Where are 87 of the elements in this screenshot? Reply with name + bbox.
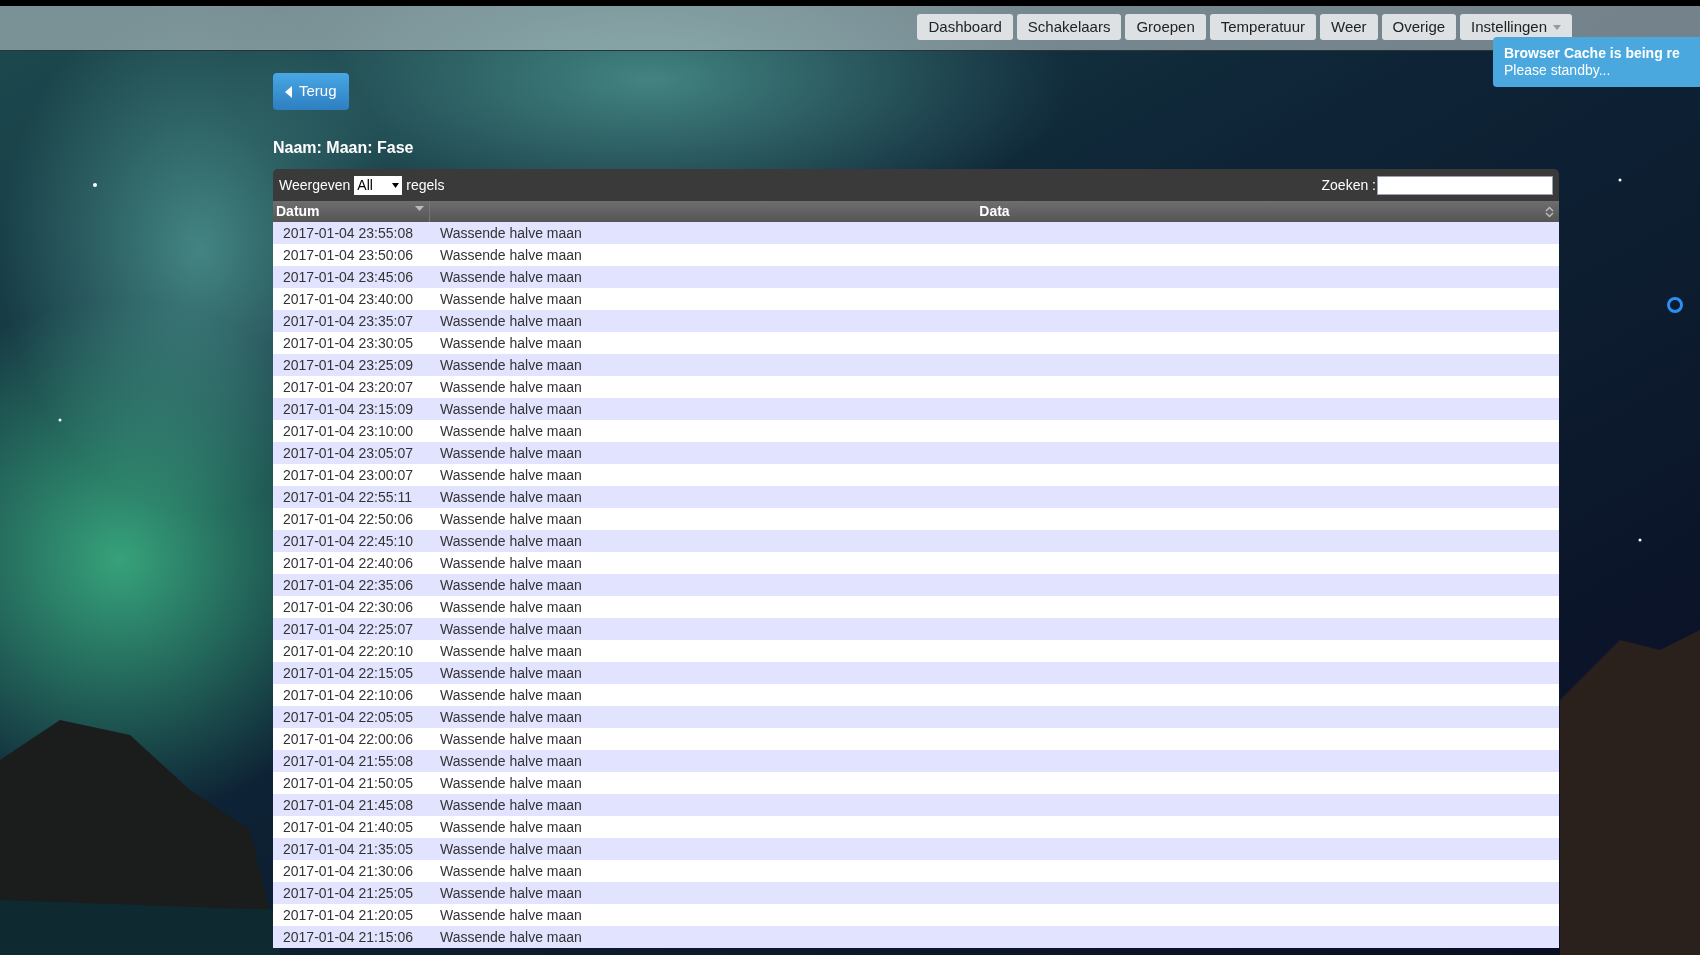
table-cell-text: 2017-01-04 22:00:06 xyxy=(282,729,414,749)
table-cell-text: 2017-01-04 21:40:05 xyxy=(282,817,414,837)
table-cell-text: 2017-01-04 23:55:08 xyxy=(282,223,414,243)
table-cell-text: Wassende halve maan xyxy=(439,927,582,947)
table-cell-text: Wassende halve maan xyxy=(439,487,582,507)
table-cell-text: 2017-01-04 21:55:08 xyxy=(282,751,414,771)
sort-icon xyxy=(1545,206,1554,218)
table-cell-text: 2017-01-04 21:25:05 xyxy=(282,883,414,903)
table-cell-text: Wassende halve maan xyxy=(439,685,582,705)
table-cell-text: Wassende halve maan xyxy=(439,223,582,243)
sort-descending-icon xyxy=(415,206,424,211)
table-cell-text: Wassende halve maan xyxy=(439,619,582,639)
table-cell-text: 2017-01-04 23:05:07 xyxy=(282,443,414,463)
table-cell-text: 2017-01-04 22:25:07 xyxy=(282,619,414,639)
table-cell-text: 2017-01-04 23:45:06 xyxy=(282,267,414,287)
loading-spinner-icon xyxy=(1666,296,1684,314)
table-cell-text: 2017-01-04 22:45:10 xyxy=(282,531,414,551)
table-cell-text: 2017-01-04 23:40:00 xyxy=(282,289,414,309)
notification-message: Please standby... xyxy=(1504,62,1612,79)
table-cell-text: 2017-01-04 22:55:11 xyxy=(282,487,413,507)
table-cell-text: Wassende halve maan xyxy=(439,817,582,837)
table-cell-text: 2017-01-04 23:10:00 xyxy=(282,421,414,441)
table-cell-text: Wassende halve maan xyxy=(439,641,582,661)
nav-button[interactable]: Overige xyxy=(1381,14,1457,40)
nav-button[interactable]: Weer xyxy=(1320,14,1378,40)
table-cell-text: 2017-01-04 22:10:06 xyxy=(282,685,414,705)
table-cell-text: Wassende halve maan xyxy=(439,289,582,309)
nav-button[interactable]: Groepen xyxy=(1125,14,1206,40)
table-cell-text: Wassende halve maan xyxy=(439,597,582,617)
table-cell-text: 2017-01-04 22:20:10 xyxy=(282,641,414,661)
length-label: Weergeven xyxy=(279,175,351,195)
table-cell-text: Wassende halve maan xyxy=(439,795,582,815)
table-cell-text: Wassende halve maan xyxy=(439,509,582,529)
table-cell-text: Wassende halve maan xyxy=(439,399,582,419)
table-cell-text: 2017-01-04 21:20:05 xyxy=(282,905,414,925)
table-cell-text: Wassende halve maan xyxy=(439,311,582,331)
table-cell-text: Wassende halve maan xyxy=(439,443,582,463)
table-cell-text: 2017-01-04 21:15:06 xyxy=(282,927,414,947)
table-cell-text: 2017-01-04 23:25:09 xyxy=(282,355,414,375)
caret-left-icon xyxy=(285,85,293,98)
column-header[interactable]: Data xyxy=(430,201,1559,222)
table-cell-text: Wassende halve maan xyxy=(439,773,582,793)
table-cell-text: 2017-01-04 21:30:06 xyxy=(282,861,414,881)
table-cell-text: Wassende halve maan xyxy=(439,905,582,925)
table-cell-text: Wassende halve maan xyxy=(439,729,582,749)
table-cell-text: 2017-01-04 22:50:06 xyxy=(282,509,414,529)
table-cell-text: 2017-01-04 23:35:07 xyxy=(282,311,414,331)
table-cell-text: 2017-01-04 23:30:05 xyxy=(282,333,414,353)
table-cell-text: 2017-01-04 21:35:05 xyxy=(282,839,414,859)
dropdown-caret-icon xyxy=(392,182,400,188)
table-cell-text: Wassende halve maan xyxy=(439,663,582,683)
table-cell-text: 2017-01-04 22:30:06 xyxy=(282,597,414,617)
table-cell-text: 2017-01-04 22:15:05 xyxy=(282,663,414,683)
table-cell-text: Wassende halve maan xyxy=(439,553,582,573)
table-cell-text: Wassende halve maan xyxy=(439,839,582,859)
table-cell-text: 2017-01-04 22:05:05 xyxy=(282,707,414,727)
table-cell-text: Wassende halve maan xyxy=(439,861,582,881)
nav-button[interactable]: Schakelaars xyxy=(1016,14,1122,40)
length-select[interactable]: All xyxy=(354,175,403,195)
table-cell-text: 2017-01-04 21:45:08 xyxy=(282,795,414,815)
table-cell-text: 2017-01-04 23:20:07 xyxy=(282,377,414,397)
table-cell-text: 2017-01-04 23:50:06 xyxy=(282,245,414,265)
table-cell-text: Wassende halve maan xyxy=(439,575,582,595)
search-label: Zoeken : xyxy=(1321,175,1376,195)
page-heading: Naam: Maan: Fase xyxy=(273,138,415,158)
nav-button[interactable]: Temperatuur xyxy=(1209,14,1316,40)
table-cell-text: Wassende halve maan xyxy=(439,245,582,265)
table-cell-text: Wassende halve maan xyxy=(439,333,582,353)
table-cell-text: Wassende halve maan xyxy=(439,421,582,441)
table-cell-text: Wassende halve maan xyxy=(439,465,582,485)
table-cell-text: Wassende halve maan xyxy=(439,531,582,551)
nav-button[interactable]: Dashboard xyxy=(917,14,1013,40)
length-label: regels xyxy=(406,175,445,195)
table-cell-text: 2017-01-04 23:00:07 xyxy=(282,465,414,485)
search-field[interactable] xyxy=(1377,175,1553,195)
table-cell-text: Wassende halve maan xyxy=(439,377,582,397)
table-cell-text: Wassende halve maan xyxy=(439,707,582,727)
table-cell-text: 2017-01-04 22:40:06 xyxy=(282,553,414,573)
table-cell-text: Wassende halve maan xyxy=(439,883,582,903)
nav-button[interactable]: Instellingen xyxy=(1460,14,1572,40)
table-cell-text: 2017-01-04 23:15:09 xyxy=(282,399,414,419)
table-cell-text: Wassende halve maan xyxy=(439,355,582,375)
table-cell-text: 2017-01-04 22:35:06 xyxy=(282,575,414,595)
notification-title: Browser Cache is being re xyxy=(1504,45,1681,62)
table-cell-text: Wassende halve maan xyxy=(439,267,582,287)
table-cell-text: Wassende halve maan xyxy=(439,751,582,771)
table-cell-text: 2017-01-04 21:50:05 xyxy=(282,773,414,793)
